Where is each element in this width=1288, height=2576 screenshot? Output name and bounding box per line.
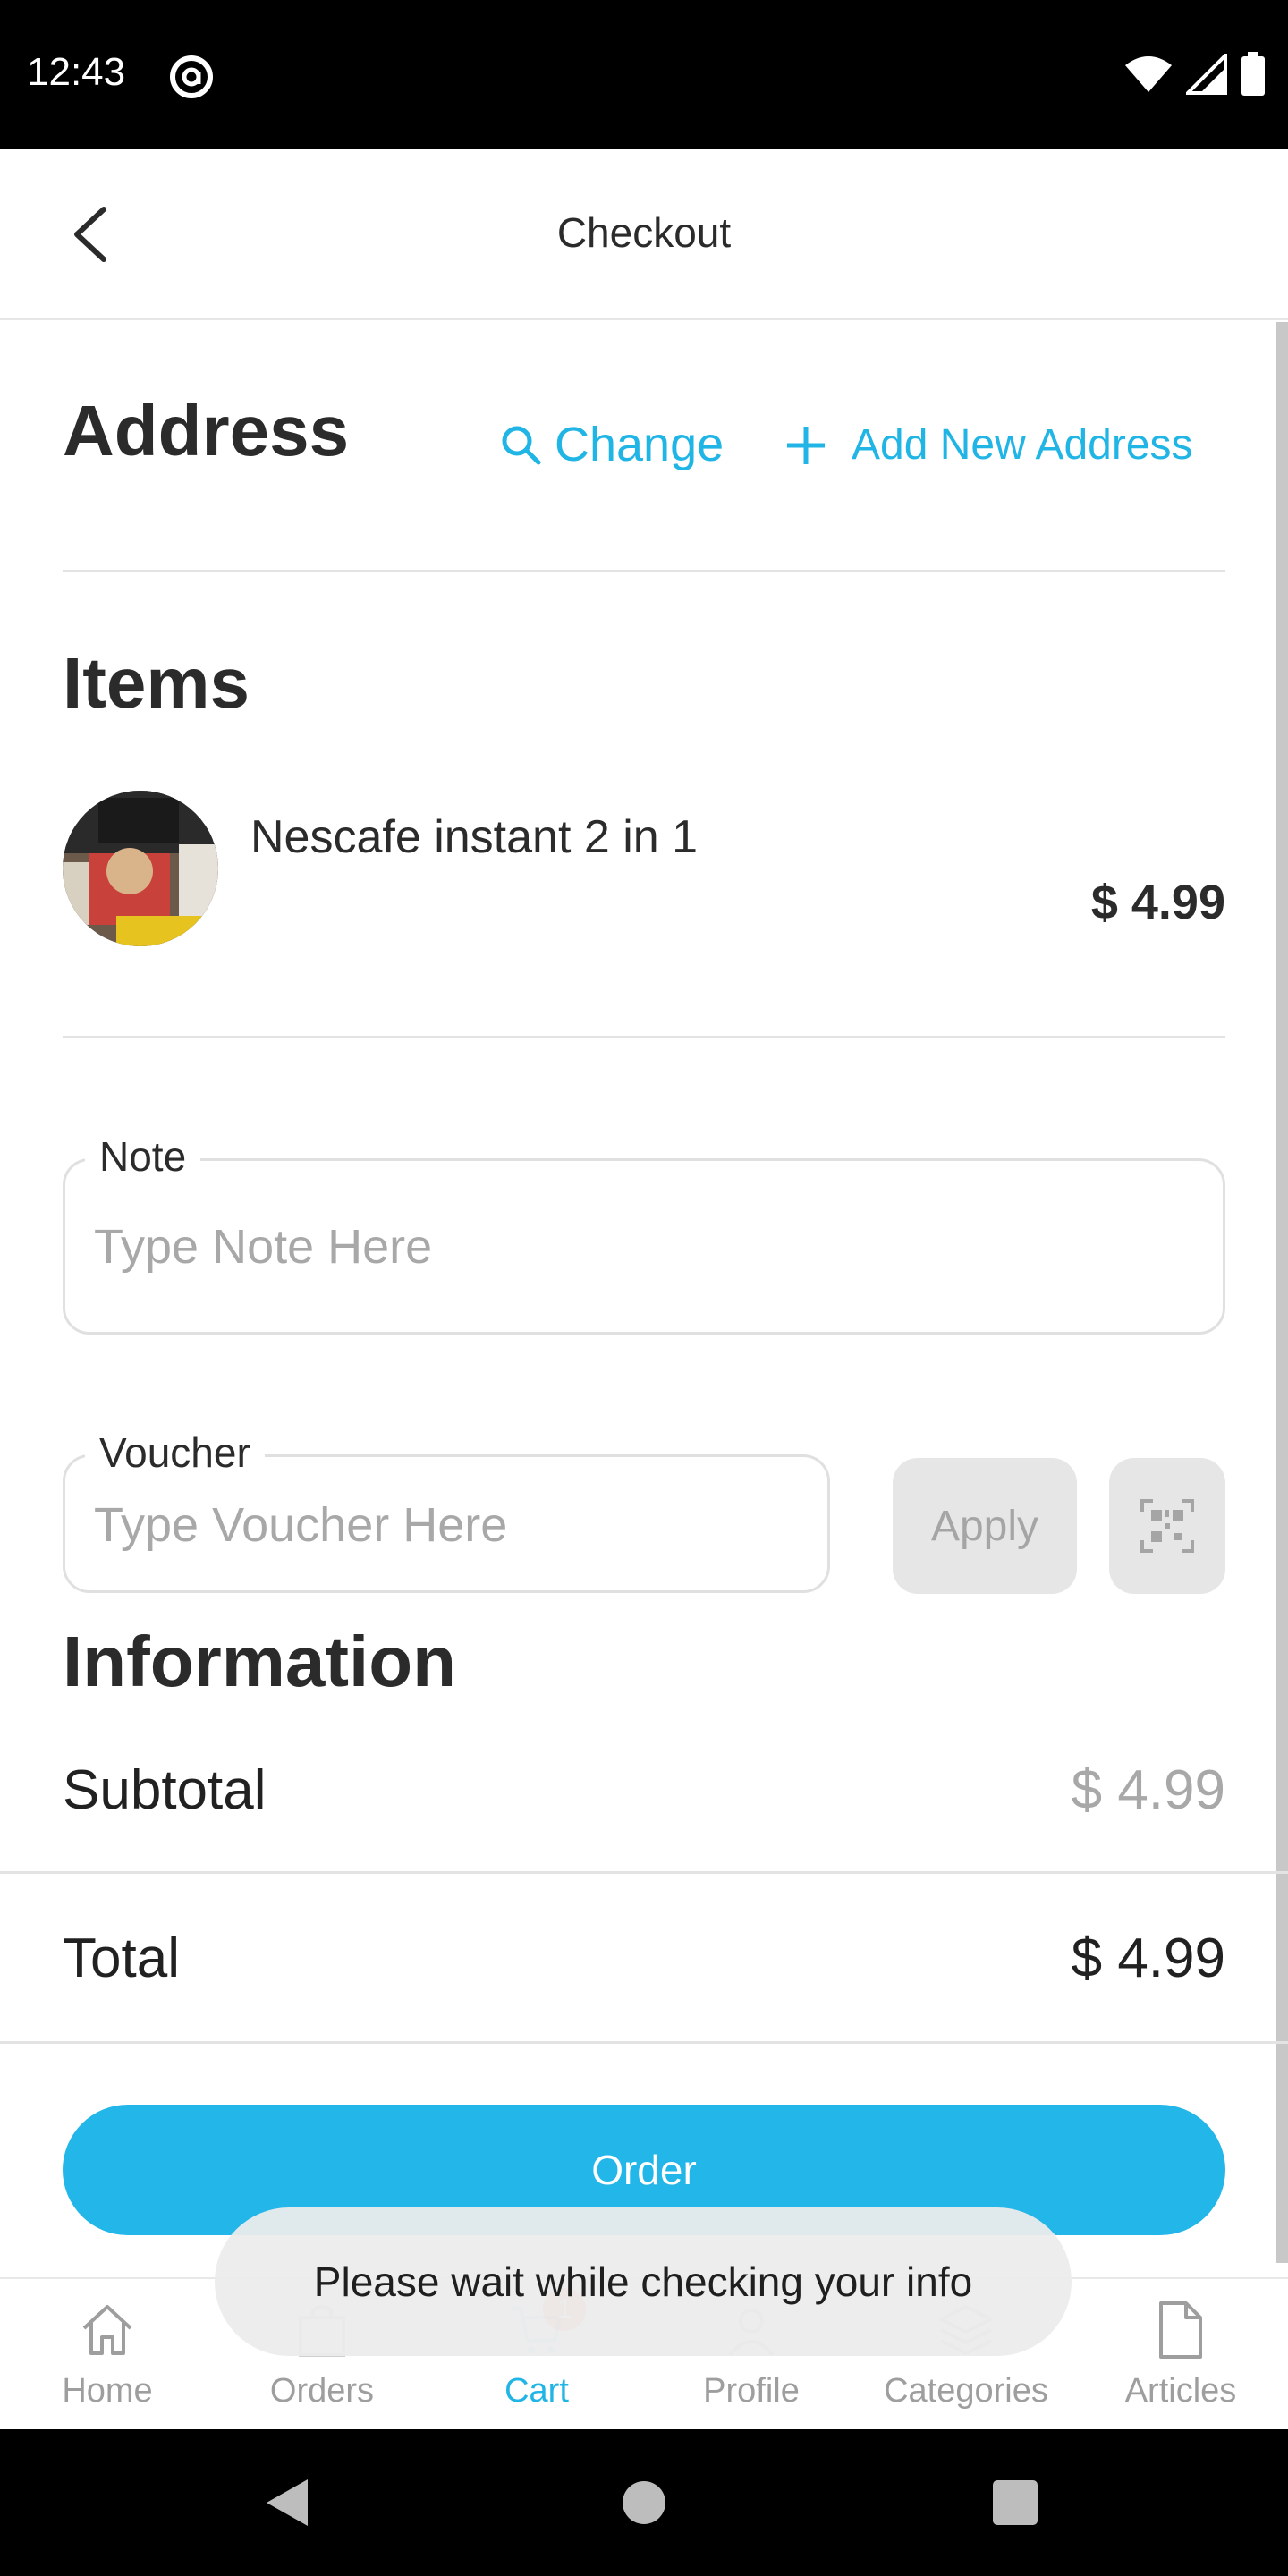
status-icons: [1123, 52, 1267, 97]
add-new-address-button[interactable]: Add New Address: [785, 420, 1193, 470]
nav-label: Categories: [884, 2372, 1048, 2410]
address-heading: Address: [63, 391, 350, 470]
change-address-button[interactable]: Change: [499, 417, 724, 472]
item-price: $ 4.99: [1090, 876, 1225, 929]
subtotal-row: Subtotal $ 4.99: [63, 1758, 1225, 1822]
circle-home-icon: [623, 2481, 665, 2524]
items-heading: Items: [63, 643, 250, 723]
subtotal-label: Subtotal: [63, 1759, 267, 1821]
status-bar: 12:43: [0, 0, 1288, 149]
item-name: Nescafe instant 2 in 1: [250, 811, 699, 863]
search-icon: [502, 426, 541, 465]
product-thumbnail: [63, 791, 218, 946]
scrollbar[interactable]: [1276, 322, 1288, 2263]
square-recents-icon: [993, 2480, 1038, 2525]
nav-label: Cart: [504, 2372, 569, 2410]
battery-icon: [1241, 52, 1265, 96]
document-icon: [1149, 2299, 1212, 2361]
add-address-label: Add New Address: [852, 421, 1193, 469]
nav-label: Profile: [703, 2372, 800, 2410]
note-label: Note: [85, 1132, 201, 1181]
divider: [0, 1871, 1288, 1874]
divider: [0, 2041, 1288, 2044]
status-time: 12:43: [27, 50, 126, 94]
plus-icon: [787, 426, 825, 464]
toast-message: Please wait while checking your info: [215, 2207, 1072, 2356]
voucher-input[interactable]: [94, 1489, 792, 1561]
total-row: Total $ 4.99: [63, 1927, 1225, 1990]
nav-label: Articles: [1124, 2372, 1237, 2410]
voucher-label: Voucher: [85, 1428, 265, 1477]
system-home-button[interactable]: [590, 2429, 698, 2576]
note-field[interactable]: Note: [63, 1132, 1225, 1335]
note-input[interactable]: [94, 1211, 1167, 1283]
change-label: Change: [555, 418, 724, 471]
subtotal-value: $ 4.99: [1071, 1759, 1225, 1821]
wifi-icon: [1125, 56, 1172, 92]
system-recents-button[interactable]: [962, 2429, 1069, 2576]
nav-articles[interactable]: Articles: [1073, 2279, 1288, 2431]
at-sign-icon: [170, 55, 213, 98]
nav-home[interactable]: Home: [0, 2279, 215, 2431]
page-title: Checkout: [556, 209, 732, 256]
voucher-field[interactable]: Voucher: [63, 1428, 830, 1593]
total-value: $ 4.99: [1071, 1928, 1225, 1989]
information-heading: Information: [63, 1622, 456, 1701]
divider: [63, 1036, 1225, 1038]
system-back-button[interactable]: [233, 2429, 340, 2576]
divider: [63, 570, 1225, 572]
total-label: Total: [63, 1928, 180, 1989]
app-bar: Checkout: [0, 149, 1288, 320]
qr-scan-button[interactable]: [1109, 1458, 1225, 1594]
apply-button[interactable]: Apply: [893, 1458, 1077, 1594]
product-image[interactable]: [63, 791, 218, 946]
system-navigation-bar: [0, 2429, 1288, 2576]
nav-label: Home: [62, 2372, 153, 2410]
signal-icon: [1186, 54, 1227, 95]
nav-label: Orders: [269, 2372, 375, 2410]
home-icon: [76, 2299, 139, 2361]
triangle-back-icon: [267, 2479, 308, 2526]
qr-code-icon: [1140, 1499, 1194, 1553]
